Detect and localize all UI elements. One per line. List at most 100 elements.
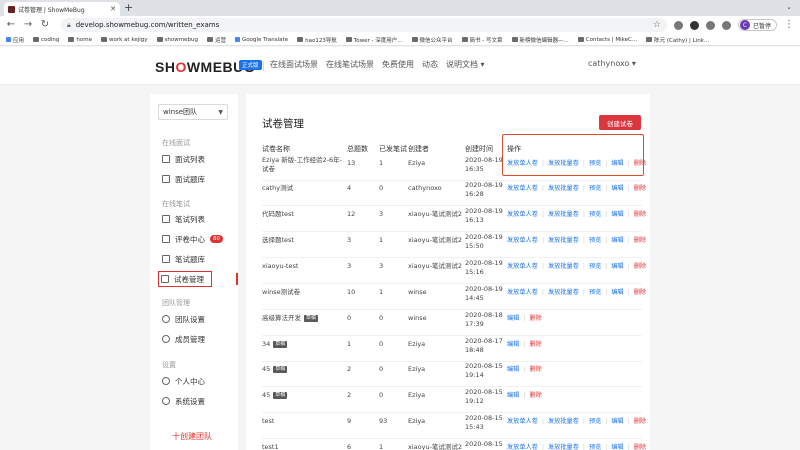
- send-batch-link[interactable]: 发放批量卷: [548, 417, 579, 426]
- paper-name[interactable]: 34 草稿: [262, 340, 344, 349]
- reload-icon[interactable]: ↻: [40, 20, 50, 30]
- edit-link[interactable]: 编辑: [611, 288, 623, 297]
- delete-link[interactable]: 删除: [529, 365, 541, 374]
- send-single-link[interactable]: 发放单人卷: [507, 210, 538, 219]
- paper-name[interactable]: 45 草稿: [262, 391, 344, 400]
- nav-interview-scene[interactable]: 在线面试场景: [270, 59, 318, 70]
- paper-name[interactable]: 选择题test: [262, 236, 344, 245]
- browser-tab[interactable]: 试卷管理 | ShowMeBug ✕: [4, 2, 120, 16]
- paper-name[interactable]: 45 草稿: [262, 365, 344, 374]
- edit-link[interactable]: 编辑: [611, 159, 623, 168]
- extension-icon[interactable]: [689, 20, 699, 30]
- edit-link[interactable]: 编辑: [507, 340, 519, 349]
- send-batch-link[interactable]: 发放批量卷: [548, 236, 579, 245]
- send-single-link[interactable]: 发放单人卷: [507, 184, 538, 193]
- more-menu-icon[interactable]: ⋮: [784, 20, 794, 30]
- bookmark-item[interactable]: coding: [33, 37, 59, 43]
- bookmark-item[interactable]: 运营: [206, 36, 226, 44]
- edit-link[interactable]: 编辑: [611, 417, 623, 426]
- send-batch-link[interactable]: 发放批量卷: [548, 210, 579, 219]
- sidebar-item-paper-manage[interactable]: 试卷管理: [158, 271, 212, 287]
- profile-button[interactable]: C 已暂停: [737, 19, 777, 31]
- send-single-link[interactable]: 发放单人卷: [507, 288, 538, 297]
- bookmark-item[interactable]: 新榜微信编辑器—...: [511, 36, 569, 44]
- nav-news[interactable]: 动态: [422, 59, 438, 70]
- sidebar-item-personal-center[interactable]: 个人中心: [160, 373, 224, 389]
- delete-link[interactable]: 删除: [634, 262, 646, 271]
- extension-icon[interactable]: [673, 20, 683, 30]
- paper-name[interactable]: Eziya 新版-工作经验2-6年-试卷: [262, 156, 344, 174]
- paper-name[interactable]: cathy测试: [262, 184, 344, 193]
- send-batch-link[interactable]: 发放批量卷: [548, 288, 579, 297]
- nav-free-trial[interactable]: 免费使用: [382, 59, 414, 70]
- bookmark-star-icon[interactable]: ☆: [653, 20, 661, 30]
- address-bar[interactable]: 🔒︎ develop.showmebug.com/written_exams ☆: [61, 18, 667, 32]
- bookmark-item[interactable]: Google Translate: [234, 37, 288, 43]
- extension-icon[interactable]: [705, 20, 715, 30]
- edit-link[interactable]: 编辑: [611, 262, 623, 271]
- edit-link[interactable]: 编辑: [611, 184, 623, 193]
- nav-docs[interactable]: 说明文档 ▾: [446, 59, 485, 70]
- preview-link[interactable]: 预览: [589, 159, 601, 168]
- delete-link[interactable]: 删除: [634, 236, 646, 245]
- edit-link[interactable]: 编辑: [507, 314, 519, 323]
- sidebar-item-written-list[interactable]: 笔试列表: [160, 211, 224, 227]
- sidebar-item-system-settings[interactable]: 系统设置: [160, 393, 224, 409]
- paper-name[interactable]: winse测试卷: [262, 288, 344, 297]
- send-batch-link[interactable]: 发放批量卷: [548, 159, 579, 168]
- preview-link[interactable]: 预览: [589, 236, 601, 245]
- send-batch-link[interactable]: 发放批量卷: [548, 262, 579, 271]
- paper-name[interactable]: 高级算法开发 草稿: [262, 314, 344, 323]
- user-menu[interactable]: cathynoxo ▾: [588, 59, 636, 68]
- bookmark-item[interactable]: hao123导航: [297, 36, 337, 44]
- delete-link[interactable]: 删除: [634, 288, 646, 297]
- delete-link[interactable]: 删除: [529, 391, 541, 400]
- send-single-link[interactable]: 发放单人卷: [507, 236, 538, 245]
- delete-link[interactable]: 删除: [634, 210, 646, 219]
- preview-link[interactable]: 预览: [589, 210, 601, 219]
- extensions-puzzle-icon[interactable]: [721, 20, 731, 30]
- send-single-link[interactable]: 发放单人卷: [507, 159, 538, 168]
- edit-link[interactable]: 编辑: [507, 391, 519, 400]
- sidebar-item-interview-list[interactable]: 面试列表: [160, 151, 224, 167]
- bookmark-item[interactable]: showmebug: [156, 37, 198, 43]
- paper-name[interactable]: 代码题test: [262, 210, 344, 219]
- create-paper-button[interactable]: 创建试卷: [599, 115, 641, 130]
- bookmark-item[interactable]: home: [68, 37, 92, 43]
- new-tab-icon[interactable]: +: [124, 2, 133, 14]
- bookmark-item[interactable]: 简书 - 写文章: [461, 36, 503, 44]
- preview-link[interactable]: 预览: [589, 288, 601, 297]
- preview-link[interactable]: 预览: [589, 184, 601, 193]
- delete-link[interactable]: 删除: [529, 314, 541, 323]
- bookmark-item[interactable]: 微信公众平台: [411, 36, 453, 44]
- tab-search-icon[interactable]: ⌄: [786, 3, 792, 11]
- bookmark-item[interactable]: Contacts | MikeC...: [577, 37, 637, 43]
- paper-name[interactable]: test1: [262, 443, 344, 450]
- sidebar-item-review-center[interactable]: 评卷中心 80: [160, 231, 224, 247]
- sidebar-item-interview-bank[interactable]: 面试题库: [160, 171, 224, 187]
- send-batch-link[interactable]: 发放批量卷: [548, 443, 579, 450]
- sidebar-item-team-settings[interactable]: 团队设置: [160, 311, 224, 327]
- sidebar-item-written-bank[interactable]: 笔试题库: [160, 251, 224, 267]
- delete-link[interactable]: 删除: [634, 417, 646, 426]
- sidebar-item-member-manage[interactable]: 成员管理: [160, 331, 224, 347]
- send-batch-link[interactable]: 发放批量卷: [548, 184, 579, 193]
- nav-written-scene[interactable]: 在线笔试场景: [326, 59, 374, 70]
- bookmark-item[interactable]: 陈元 (Cathy) | Link...: [646, 36, 709, 44]
- forward-icon[interactable]: →: [23, 20, 33, 30]
- edit-link[interactable]: 编辑: [611, 210, 623, 219]
- create-team-button[interactable]: 十创建团队: [172, 431, 212, 442]
- delete-link[interactable]: 删除: [529, 340, 541, 349]
- delete-link[interactable]: 删除: [634, 443, 646, 450]
- paper-name[interactable]: xiaoyu-test: [262, 262, 344, 271]
- delete-link[interactable]: 删除: [634, 159, 646, 168]
- close-icon[interactable]: ✕: [110, 5, 116, 13]
- edit-link[interactable]: 编辑: [507, 365, 519, 374]
- paper-name[interactable]: test: [262, 417, 344, 426]
- bookmark-item[interactable]: 应用: [6, 36, 24, 44]
- send-single-link[interactable]: 发放单人卷: [507, 417, 538, 426]
- edit-link[interactable]: 编辑: [611, 236, 623, 245]
- preview-link[interactable]: 预览: [589, 443, 601, 450]
- edit-link[interactable]: 编辑: [611, 443, 623, 450]
- preview-link[interactable]: 预览: [589, 262, 601, 271]
